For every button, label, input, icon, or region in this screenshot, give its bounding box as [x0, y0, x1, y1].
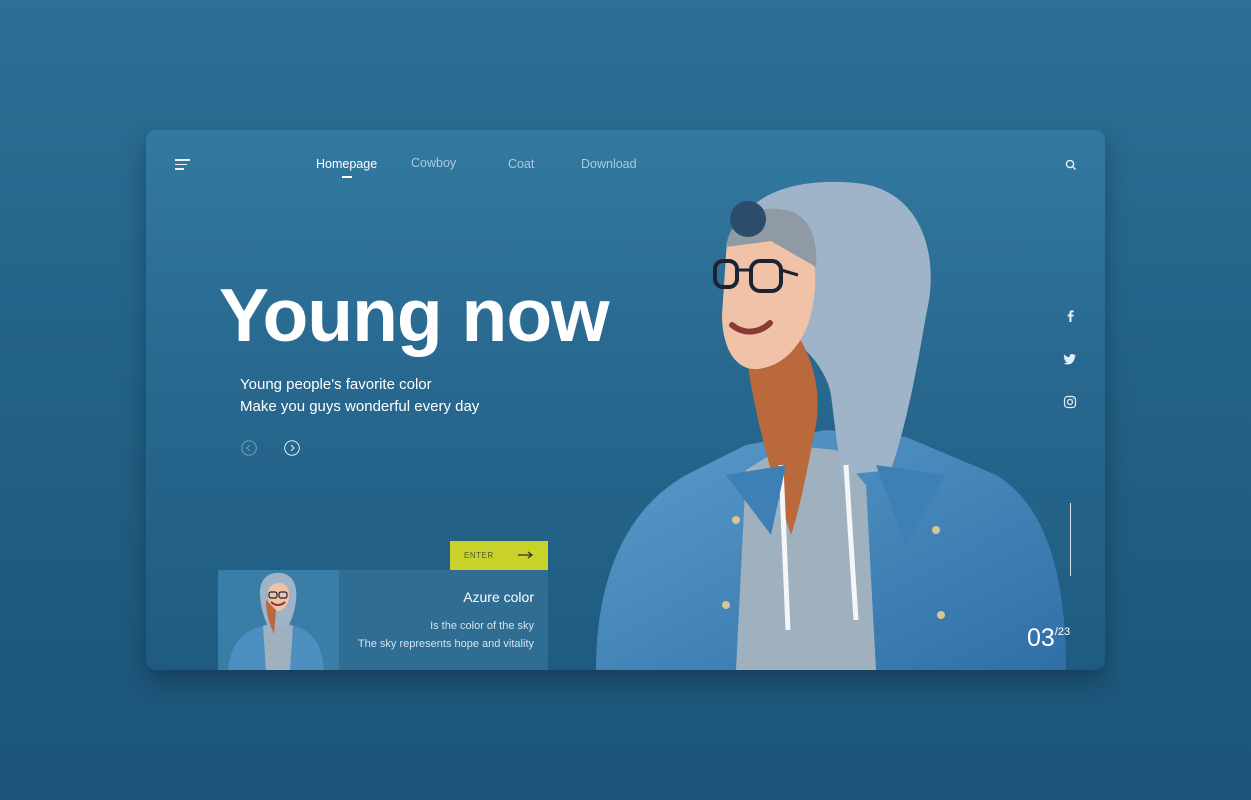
instagram-icon[interactable] — [1062, 394, 1078, 410]
feature-info-card: Azure color Is the color of the sky The … — [339, 570, 548, 670]
feature-line2: The sky represents hope and vitality — [357, 638, 534, 650]
nav-item-label: Coat — [508, 157, 535, 171]
hero-photo — [596, 181, 1066, 670]
hamburger-menu-icon[interactable] — [175, 159, 191, 173]
page-current: 03 — [1027, 624, 1055, 652]
hero-subtitle-line1: Young people's favorite color — [240, 376, 432, 393]
hero-subtitle-line2: Make you guys wonderful every day — [240, 398, 480, 415]
page-total: /23 — [1054, 626, 1071, 638]
hero-card: Homepage Cowboy Coat Download Young now … — [146, 130, 1105, 670]
enter-button[interactable]: ENTER — [450, 541, 548, 570]
nav-item-label: Cowboy — [411, 156, 457, 170]
arrow-right-icon — [518, 551, 534, 559]
thumbnail-photo — [218, 570, 339, 670]
nav-item-coat[interactable]: Coat — [508, 157, 534, 171]
feature-thumbnail[interactable] — [218, 570, 339, 670]
page-counter: 03/23 — [1027, 624, 1070, 653]
nav-item-label: Homepage — [316, 157, 378, 171]
previous-slide-button[interactable] — [241, 440, 257, 456]
scroll-indicator-line — [1070, 503, 1071, 576]
twitter-icon[interactable] — [1062, 351, 1078, 367]
active-indicator — [341, 176, 352, 178]
enter-label: ENTER — [464, 551, 494, 560]
search-icon[interactable] — [1064, 158, 1078, 172]
facebook-icon[interactable] — [1062, 308, 1078, 324]
feature-title: Azure color — [463, 589, 534, 605]
nav-item-cowboy[interactable]: Cowboy — [411, 156, 456, 170]
hero-title: Young now — [219, 273, 610, 357]
nav-item-label: Download — [581, 157, 637, 171]
next-slide-button[interactable] — [284, 440, 300, 456]
feature-line1: Is the color of the sky — [430, 620, 534, 632]
nav-item-homepage[interactable]: Homepage — [316, 157, 378, 178]
nav-item-download[interactable]: Download — [581, 157, 637, 171]
